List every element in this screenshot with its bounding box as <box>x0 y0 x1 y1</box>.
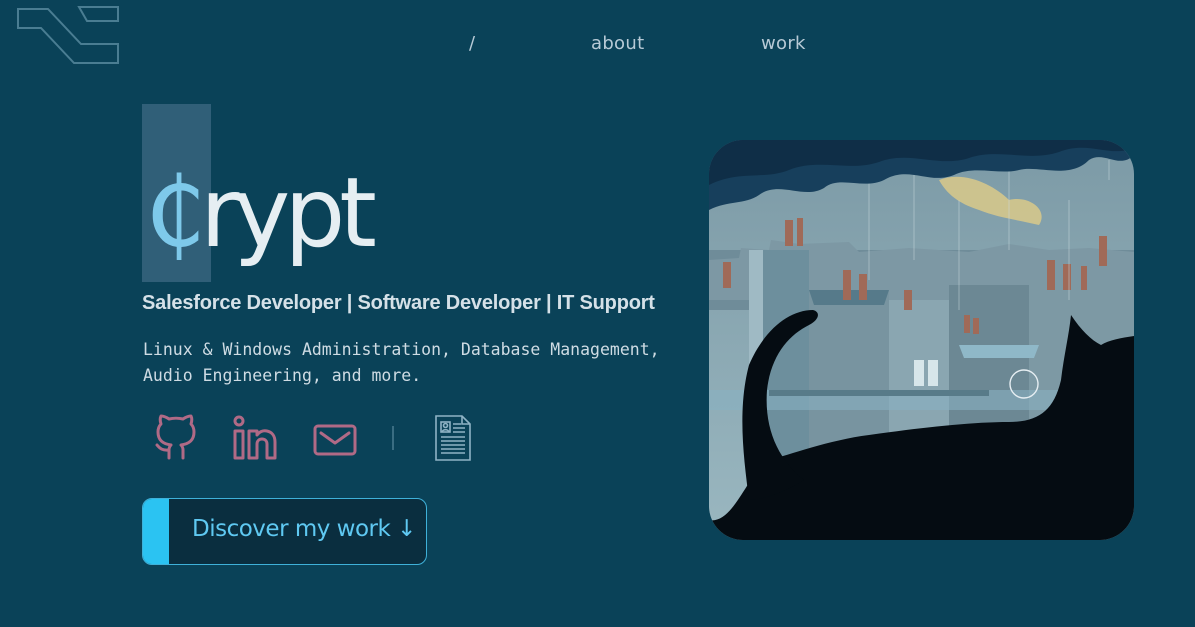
main-nav: / about work <box>0 33 1195 55</box>
roles-subtitle: Salesforce Developer | Software Develope… <box>142 292 655 314</box>
page-title: ₵rypt <box>145 153 377 273</box>
linkedin-icon[interactable] <box>232 414 278 462</box>
mail-icon[interactable] <box>313 424 357 456</box>
cta-label: Discover my work ↓ <box>192 516 416 542</box>
nav-about-link[interactable]: about <box>591 33 644 54</box>
nav-work-link[interactable]: work <box>761 33 806 54</box>
nav-home-link[interactable]: / <box>469 33 475 54</box>
title-first-letter: ₵ <box>145 157 206 269</box>
resume-icon[interactable] <box>434 414 472 462</box>
social-divider <box>392 426 394 450</box>
skills-description: Linux & Windows Administration, Database… <box>143 340 660 385</box>
discover-work-button[interactable]: Discover my work ↓ <box>142 498 427 565</box>
cta-accent-bar <box>143 499 169 564</box>
social-links <box>150 410 490 466</box>
title-rest: rypt <box>200 157 377 269</box>
github-icon[interactable] <box>154 414 198 462</box>
hero-illustration <box>709 140 1134 540</box>
